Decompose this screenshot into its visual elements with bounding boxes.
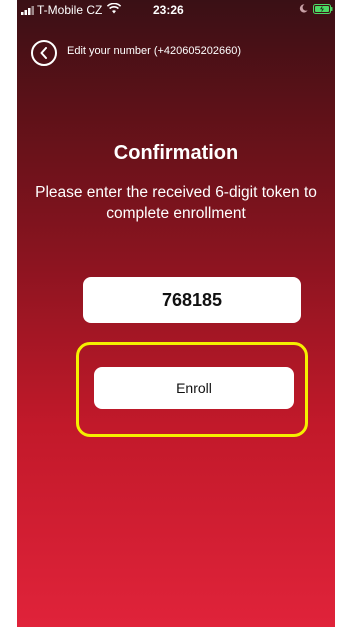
instructions-text: Please enter the received 6-digit token … bbox=[35, 184, 317, 222]
moon-icon bbox=[299, 4, 308, 13]
back-button[interactable] bbox=[31, 40, 57, 66]
nav-title: Edit your number (+420605202660) bbox=[67, 45, 241, 57]
wifi-icon bbox=[107, 3, 121, 14]
battery-icon bbox=[313, 4, 333, 14]
enroll-button[interactable]: Enroll bbox=[94, 367, 294, 409]
page-title: Confirmation bbox=[113, 142, 239, 164]
status-bar: T-Mobile CZ 23:26 bbox=[17, 0, 335, 20]
app-screen: T-Mobile CZ 23:26 Edit your number (+420… bbox=[17, 0, 335, 627]
carrier-name: T-Mobile CZ bbox=[37, 3, 103, 17]
chevron-left-icon bbox=[40, 47, 47, 59]
status-time: 23:26 bbox=[153, 3, 184, 17]
token-input[interactable] bbox=[83, 277, 301, 323]
signal-icon bbox=[21, 6, 34, 15]
